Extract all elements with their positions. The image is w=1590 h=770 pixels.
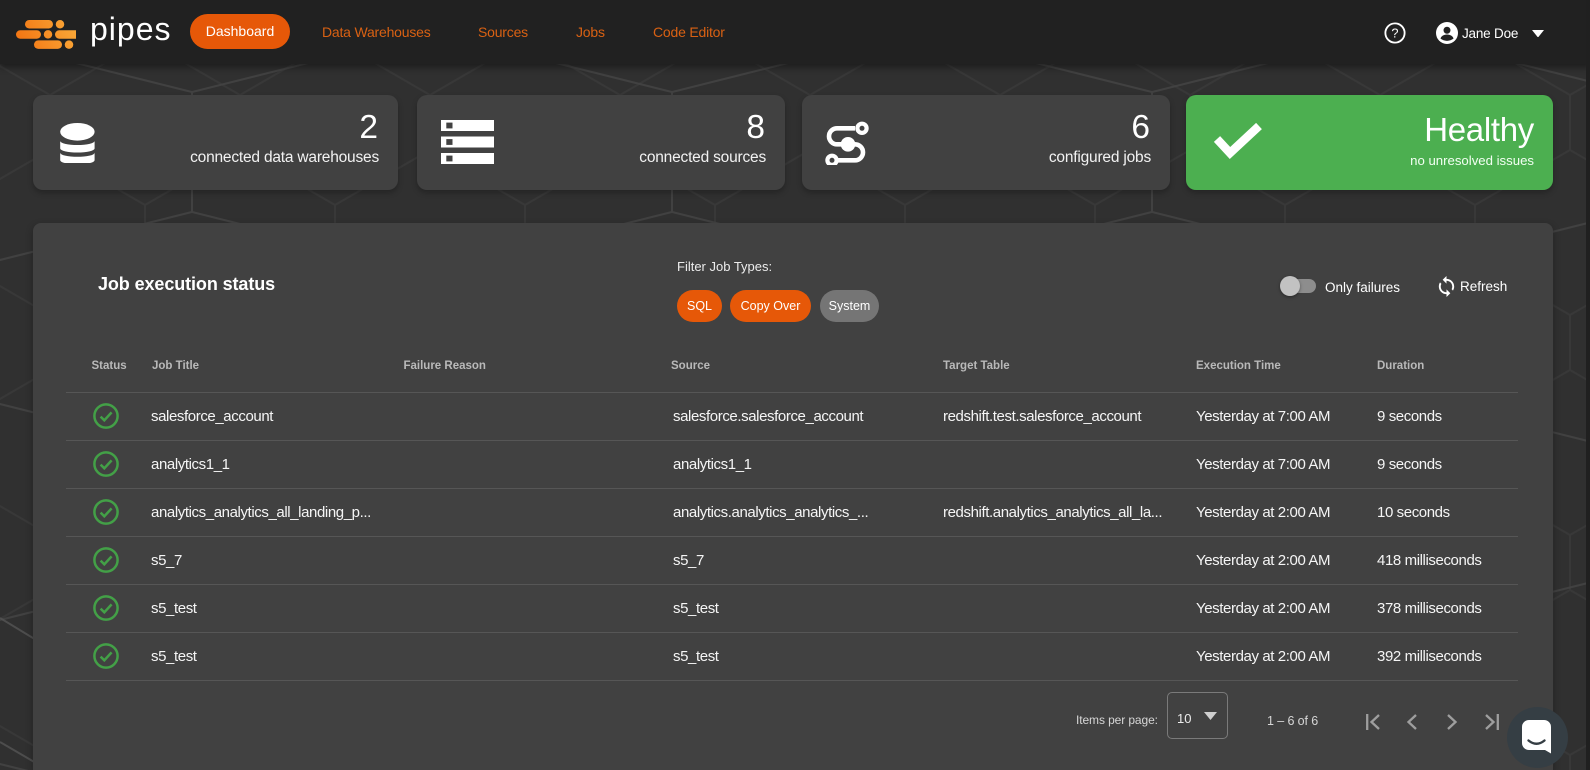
svg-text:?: ? <box>1391 26 1398 41</box>
